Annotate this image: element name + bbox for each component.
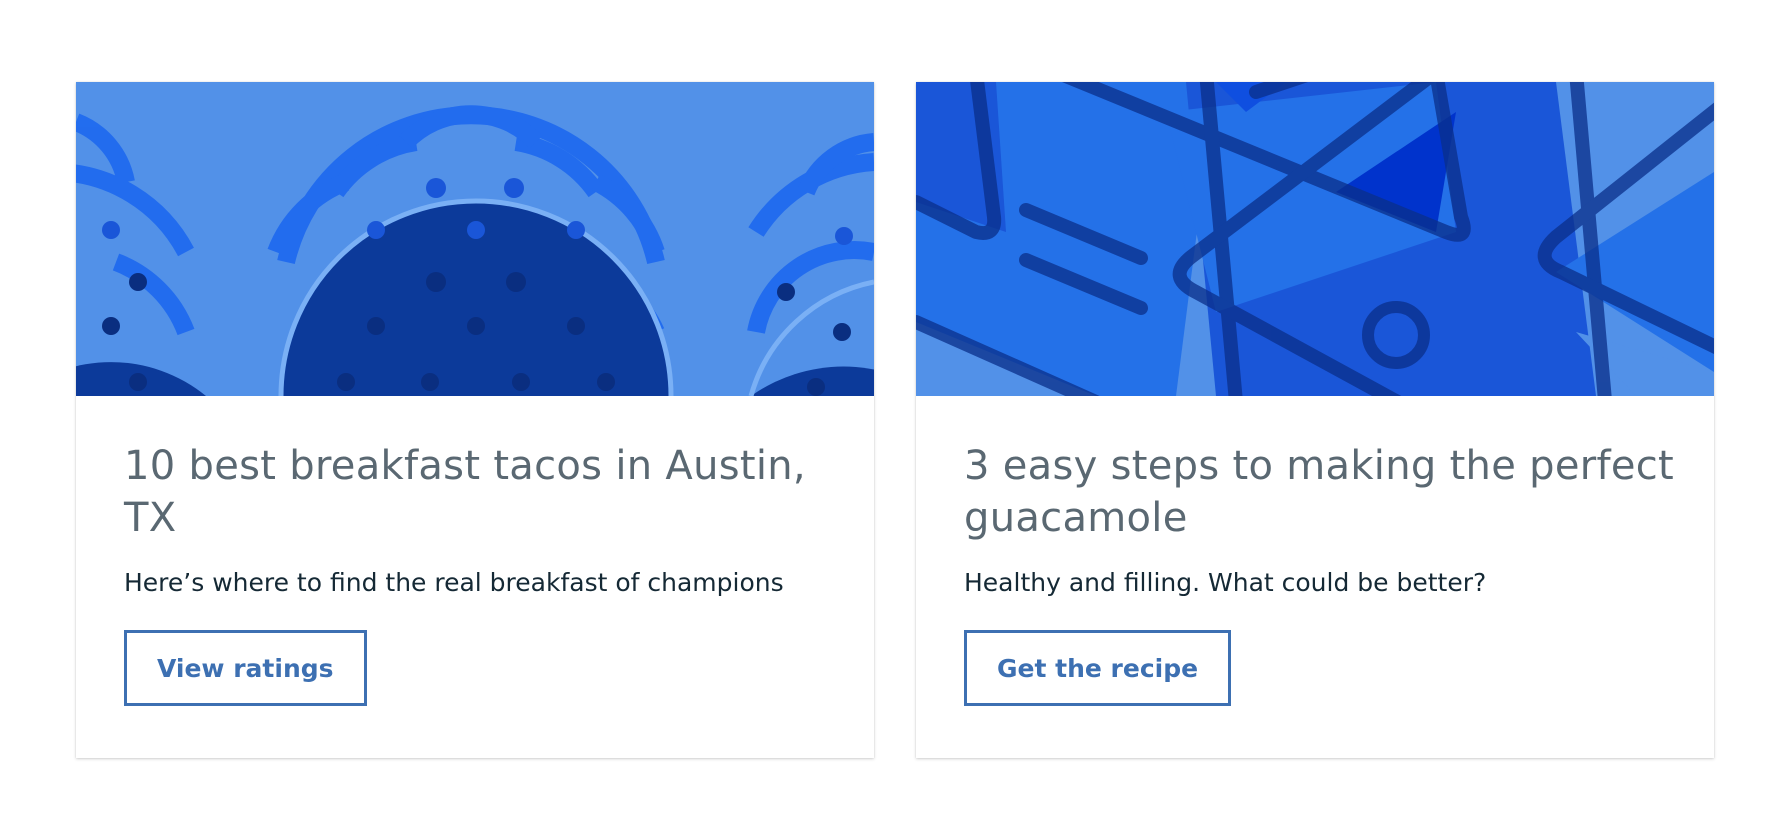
card-body: 3 easy steps to making the perfect guaca… bbox=[964, 440, 1684, 706]
geometric-illustration bbox=[916, 82, 1714, 396]
card-title: 10 best breakfast tacos in Austin, TX bbox=[124, 443, 806, 541]
card-subtitle: Healthy and filling. What could be bette… bbox=[964, 568, 1487, 597]
card-body: 10 best breakfast tacos in Austin, TX He… bbox=[124, 440, 844, 706]
get-the-recipe-button[interactable]: Get the recipe bbox=[964, 630, 1232, 706]
card-subtitle: Here’s where to find the real breakfast … bbox=[124, 568, 784, 597]
view-ratings-button[interactable]: View ratings bbox=[124, 630, 367, 706]
card-breakfast-tacos: 10 best breakfast tacos in Austin, TX He… bbox=[76, 82, 874, 758]
tacos-illustration bbox=[76, 82, 874, 396]
card-guacamole: 3 easy steps to making the perfect guaca… bbox=[916, 82, 1714, 758]
card-title: 3 easy steps to making the perfect guaca… bbox=[964, 443, 1675, 541]
